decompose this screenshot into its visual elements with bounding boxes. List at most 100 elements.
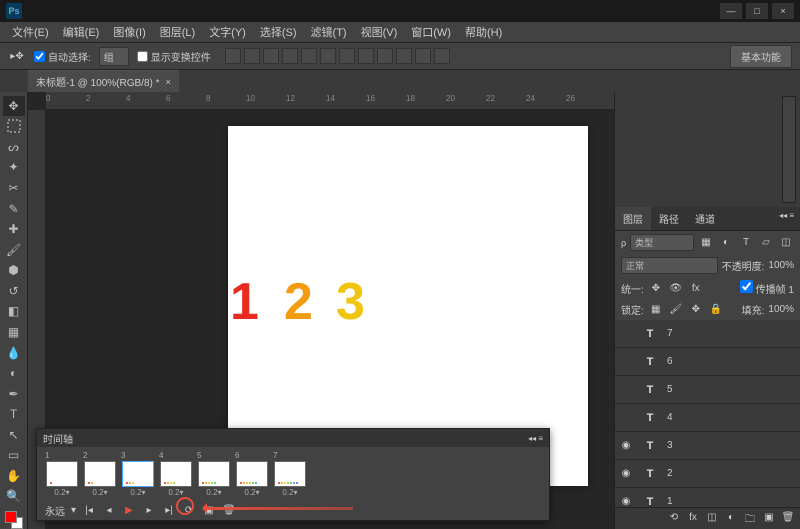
menu-edit[interactable]: 编辑(E) — [57, 22, 106, 42]
group-icon[interactable]: 🗀 — [742, 512, 758, 526]
visibility-icon[interactable]: ◉ — [619, 440, 633, 451]
align-icon[interactable] — [263, 48, 279, 64]
align-icon[interactable] — [358, 48, 374, 64]
unify-vis-icon[interactable]: 👁 — [668, 281, 684, 295]
layer-row[interactable]: T 7 — [615, 320, 800, 348]
move-tool[interactable]: ✥ — [3, 96, 25, 116]
blend-mode-select[interactable]: 正常 — [621, 257, 718, 274]
align-icon[interactable] — [282, 48, 298, 64]
layer-row[interactable]: ◉ T 1 — [615, 488, 800, 507]
filter-pixel-icon[interactable]: ▦ — [698, 236, 714, 250]
propagate-checkbox[interactable] — [740, 280, 753, 293]
blur-tool[interactable]: 💧 — [3, 343, 25, 363]
menu-filter[interactable]: 滤镜(T) — [305, 22, 353, 42]
filter-adjust-icon[interactable]: ◐ — [718, 236, 734, 250]
opacity-value[interactable]: 100% — [768, 260, 794, 271]
foreground-color[interactable] — [5, 511, 17, 523]
layer-row[interactable]: T 4 — [615, 404, 800, 432]
hand-tool[interactable]: ✋ — [3, 466, 25, 486]
close-tab-icon[interactable]: × — [166, 77, 171, 87]
next-frame-button[interactable]: ▸ — [142, 504, 156, 518]
menu-file[interactable]: 文件(E) — [6, 22, 55, 42]
menu-window[interactable]: 窗口(W) — [405, 22, 457, 42]
menu-layer[interactable]: 图层(L) — [154, 22, 201, 42]
fx-icon[interactable]: fx — [685, 512, 701, 526]
fill-value[interactable]: 100% — [768, 304, 794, 315]
pen-tool[interactable]: ✒ — [3, 384, 25, 404]
panel-menu-icon[interactable]: ◂◂ ≡ — [773, 207, 800, 230]
timeline-frame[interactable]: 5 0.2▾ — [197, 451, 231, 497]
timeline-menu-icon[interactable]: ◂◂ ≡ — [528, 434, 543, 443]
marquee-tool[interactable] — [3, 117, 25, 137]
shape-tool[interactable]: ▭ — [3, 446, 25, 466]
menu-type[interactable]: 文字(Y) — [203, 22, 252, 42]
menu-select[interactable]: 选择(S) — [254, 22, 303, 42]
path-tool[interactable]: ↖ — [3, 425, 25, 445]
play-button[interactable]: ▶ — [122, 504, 136, 518]
tab-layers[interactable]: 图层 — [615, 207, 651, 230]
menu-help[interactable]: 帮助(H) — [459, 22, 508, 42]
timeline-frame[interactable]: 2 0.2▾ — [83, 451, 117, 497]
healing-tool[interactable]: ✚ — [3, 219, 25, 239]
lock-paint-icon[interactable]: 🖌 — [668, 303, 684, 317]
auto-select-target[interactable]: 组 — [99, 47, 129, 66]
new-layer-icon[interactable]: ▣ — [761, 512, 777, 526]
lasso-tool[interactable]: ᔕ — [3, 137, 25, 157]
prev-frame-button[interactable]: ◂ — [102, 504, 116, 518]
menu-view[interactable]: 视图(V) — [355, 22, 404, 42]
gradient-tool[interactable]: ▦ — [3, 322, 25, 342]
show-transform-checkbox[interactable]: 显示变换控件 — [137, 49, 211, 64]
tween-button[interactable]: ⟳ — [182, 504, 196, 518]
align-icon[interactable] — [225, 48, 241, 64]
layer-row[interactable]: ◉ T 3 — [615, 432, 800, 460]
layer-row[interactable]: T 6 — [615, 348, 800, 376]
timeline-frame[interactable]: 6 0.2▾ — [235, 451, 269, 497]
mask-icon[interactable]: ◫ — [704, 512, 720, 526]
loop-select[interactable]: 永远 — [45, 503, 65, 518]
align-icon[interactable] — [320, 48, 336, 64]
lock-all-icon[interactable]: 🔒 — [708, 303, 724, 317]
filter-kind-select[interactable]: 类型 — [630, 234, 694, 251]
filter-smart-icon[interactable]: ◫ — [778, 236, 794, 250]
brush-tool[interactable]: 🖌 — [3, 240, 25, 260]
layer-row[interactable]: T 5 — [615, 376, 800, 404]
frame-delay[interactable]: 0.2▾ — [168, 488, 183, 497]
frame-delay[interactable]: 0.2▾ — [54, 488, 69, 497]
align-icon[interactable] — [301, 48, 317, 64]
filter-type-icon[interactable]: T — [738, 236, 754, 250]
type-tool[interactable]: T — [3, 404, 25, 424]
layer-row[interactable]: ◉ T 2 — [615, 460, 800, 488]
adjust-icon[interactable]: ◐ — [723, 512, 739, 526]
auto-select-input[interactable] — [34, 51, 45, 62]
collapsed-panel-bar[interactable] — [782, 96, 796, 203]
last-frame-button[interactable]: ▸| — [162, 504, 176, 518]
link-layers-icon[interactable]: ⟲ — [666, 512, 682, 526]
menu-image[interactable]: 图像(I) — [107, 22, 151, 42]
timeline-frame[interactable]: 7 0.2▾ — [273, 451, 307, 497]
align-icon[interactable] — [434, 48, 450, 64]
show-transform-input[interactable] — [137, 51, 148, 62]
close-button[interactable]: × — [772, 3, 794, 19]
document-tab[interactable]: 未标题-1 @ 100%(RGB/8) * × — [28, 70, 179, 92]
dodge-tool[interactable]: ◐ — [3, 363, 25, 383]
minimize-button[interactable]: — — [720, 3, 742, 19]
align-icon[interactable] — [244, 48, 260, 64]
align-icon[interactable] — [377, 48, 393, 64]
new-frame-button[interactable]: ▣ — [202, 504, 216, 518]
timeline-frame[interactable]: 4 0.2▾ — [159, 451, 193, 497]
timeline-frame[interactable]: 3 0.2▾ — [121, 451, 155, 497]
delete-frame-button[interactable]: 🗑 — [222, 504, 236, 518]
visibility-icon[interactable]: ◉ — [619, 468, 633, 479]
color-swatches[interactable] — [5, 511, 23, 529]
unify-style-icon[interactable]: fx — [688, 281, 704, 295]
filter-shape-icon[interactable]: ▱ — [758, 236, 774, 250]
wand-tool[interactable]: ✦ — [3, 158, 25, 178]
first-frame-button[interactable]: |◂ — [82, 504, 96, 518]
auto-select-checkbox[interactable]: 自动选择: — [34, 49, 91, 64]
frame-delay[interactable]: 0.2▾ — [282, 488, 297, 497]
timeline-frame[interactable]: 1 0.2▾ — [45, 451, 79, 497]
eraser-tool[interactable]: ◧ — [3, 302, 25, 322]
eyedropper-tool[interactable]: ✎ — [3, 199, 25, 219]
maximize-button[interactable]: □ — [746, 3, 768, 19]
frame-delay[interactable]: 0.2▾ — [244, 488, 259, 497]
